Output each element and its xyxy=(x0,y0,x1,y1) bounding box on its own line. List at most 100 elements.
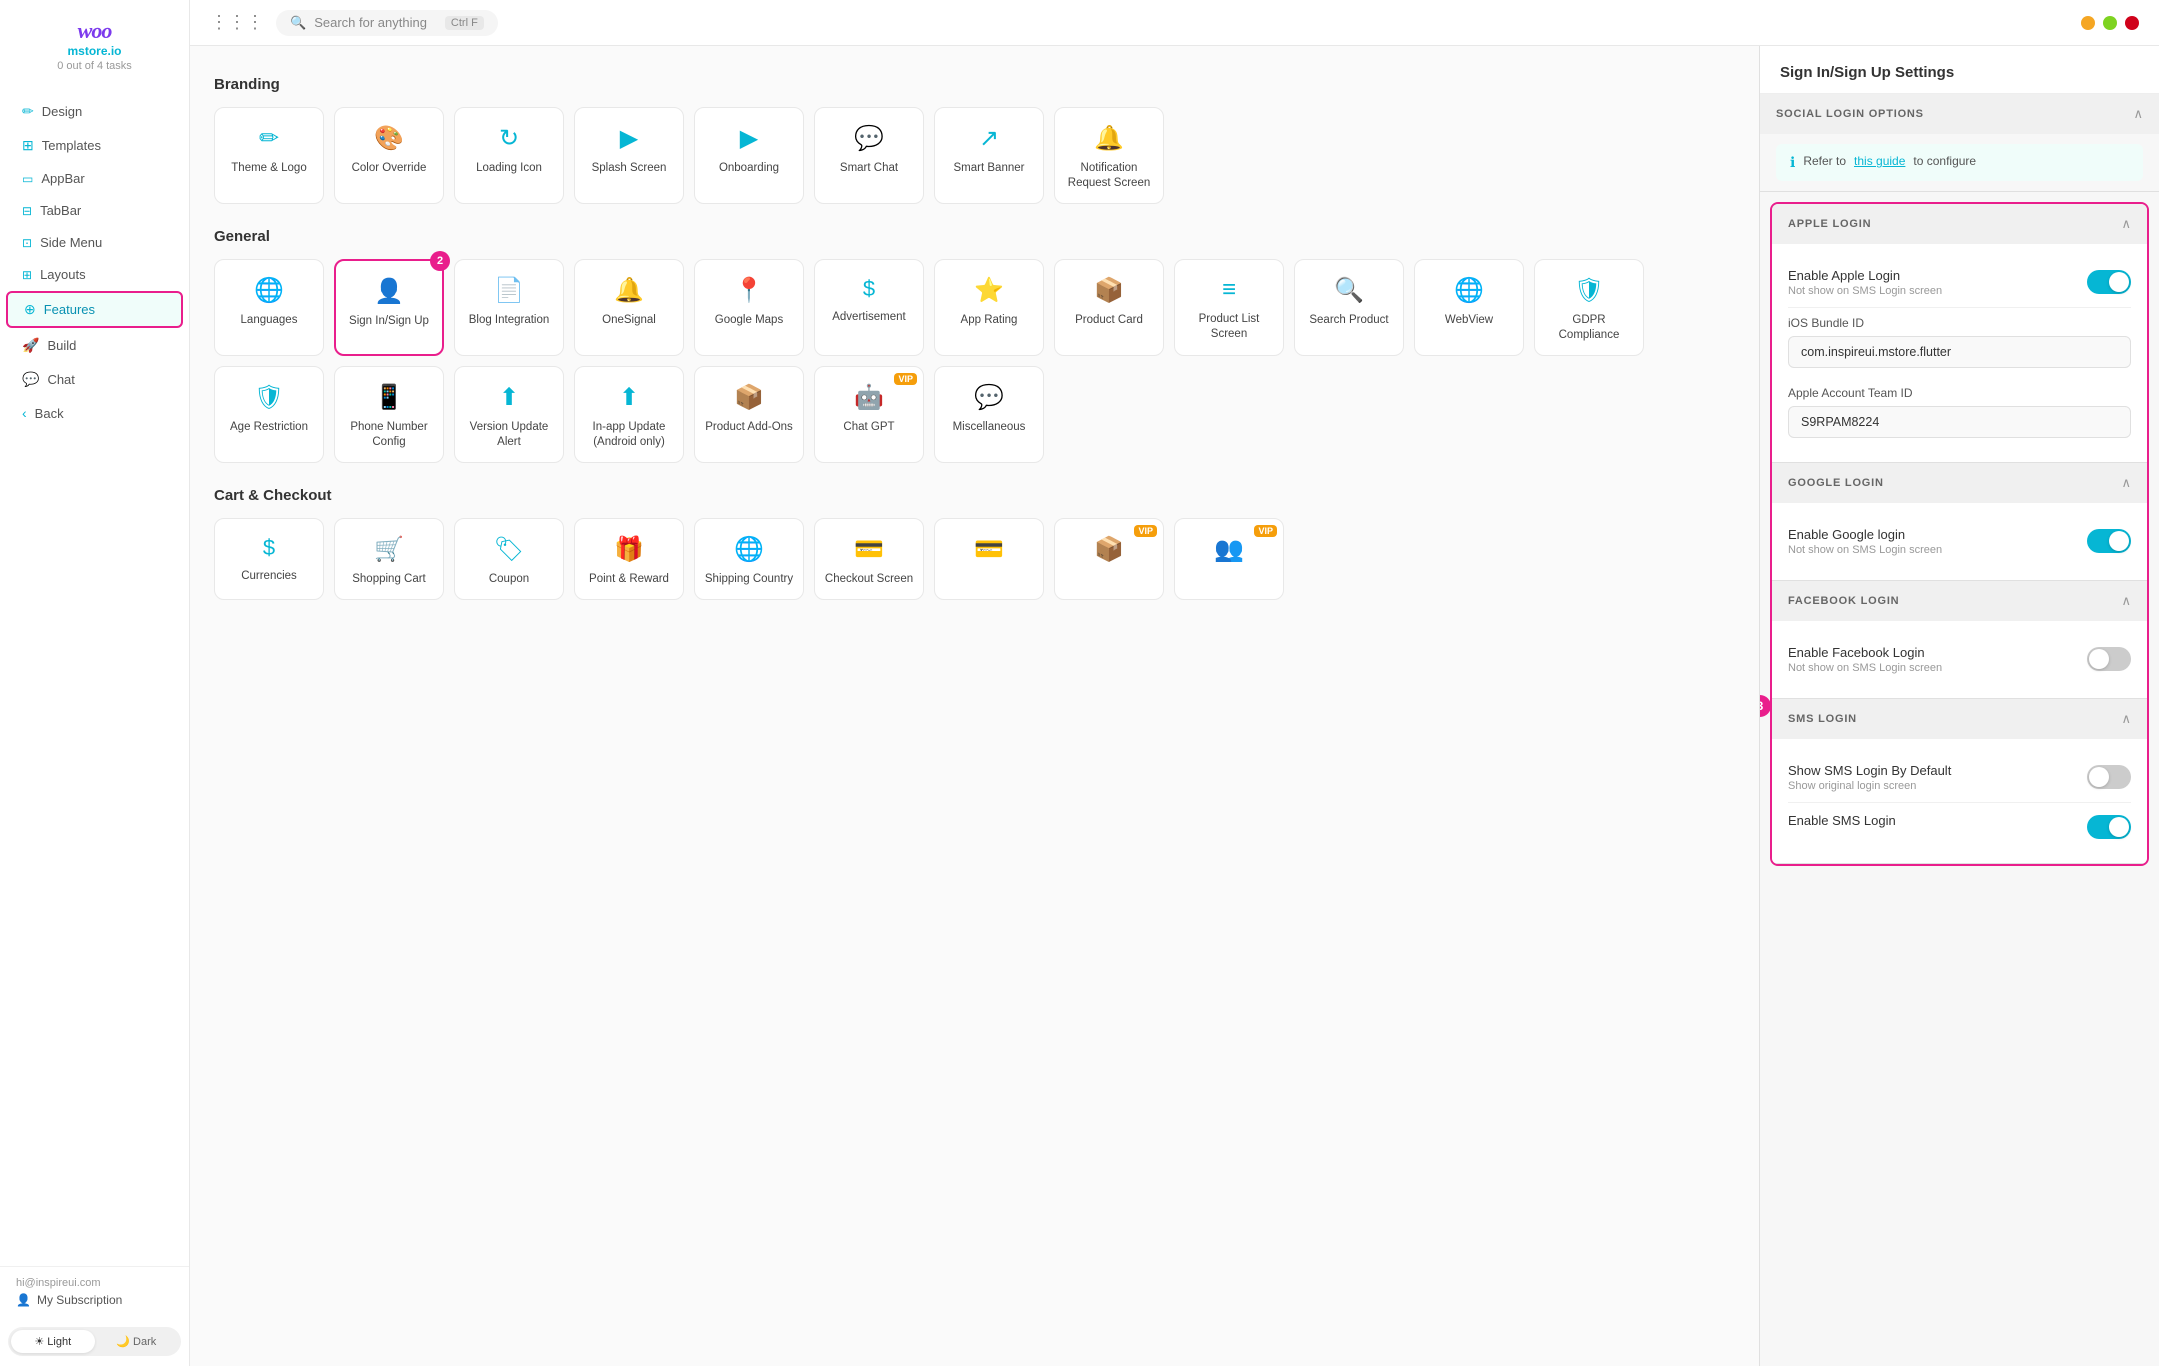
feature-card-blog-integration[interactable]: 📄 Blog Integration xyxy=(454,259,564,356)
bundle-id-input[interactable] xyxy=(1788,336,2131,368)
feature-card-point-reward[interactable]: 🎁 Point & Reward xyxy=(574,518,684,600)
feature-card-loading-icon[interactable]: ↻ Loading Icon xyxy=(454,107,564,204)
theme-dark-btn[interactable]: 🌙 Dark xyxy=(95,1330,179,1353)
social-guide-link[interactable]: this guide xyxy=(1854,154,1905,168)
feature-label: Product List Screen xyxy=(1183,312,1275,342)
feature-label: Color Override xyxy=(352,161,427,176)
feature-label: Loading Icon xyxy=(476,161,542,176)
sidebar-item-design[interactable]: ✏ Design xyxy=(6,95,183,128)
feature-card-onboarding[interactable]: ▶ Onboarding xyxy=(694,107,804,204)
feature-card-search-product[interactable]: 🔍 Search Product xyxy=(1294,259,1404,356)
feature-label: Chat GPT xyxy=(843,420,894,435)
maximize-button[interactable] xyxy=(2103,16,2117,30)
feature-card-gdpr[interactable]: 🛡 GDPR Compliance xyxy=(1534,259,1644,356)
feature-label: Smart Banner xyxy=(954,161,1025,176)
main-area: ⋮⋮⋮ 🔍 Search for anything Ctrl F Brandin… xyxy=(190,0,2159,1366)
feature-card-sign-in-up[interactable]: 2 👤 Sign In/Sign Up xyxy=(334,259,444,356)
grid-icon[interactable]: ⋮⋮⋮ xyxy=(210,12,264,33)
feature-card-onesignal[interactable]: 🔔 OneSignal xyxy=(574,259,684,356)
feature-card-extra2[interactable]: VIP 📦 xyxy=(1054,518,1164,600)
enable-sms-toggle[interactable] xyxy=(2087,815,2131,839)
team-id-input[interactable] xyxy=(1788,406,2131,438)
sms-login-header[interactable]: SMS LOGIN ∧ xyxy=(1772,699,2147,739)
feature-card-chat-gpt[interactable]: VIP 🤖 Chat GPT xyxy=(814,366,924,463)
sidebar-item-templates[interactable]: ⊞ Templates xyxy=(6,129,183,162)
templates-icon: ⊞ xyxy=(22,137,34,154)
feature-label: Blog Integration xyxy=(469,313,550,328)
sidebar-item-appbar[interactable]: ▭ AppBar xyxy=(6,163,183,194)
phone-number-icon: 📱 xyxy=(374,383,404,412)
feature-card-coupon[interactable]: 🏷 Coupon xyxy=(454,518,564,600)
show-sms-default-toggle[interactable] xyxy=(2087,765,2131,789)
google-maps-icon: 📍 xyxy=(734,276,764,305)
theme-light-btn[interactable]: ☀ Light xyxy=(11,1330,95,1353)
coupon-icon: 🏷 xyxy=(494,535,524,564)
feature-card-smart-banner[interactable]: ↗ Smart Banner xyxy=(934,107,1044,204)
shortcut-hint: Ctrl F xyxy=(445,16,484,30)
app-rating-icon: ⭐ xyxy=(974,276,1004,305)
feature-label: Age Restriction xyxy=(230,420,308,435)
theme-toggle[interactable]: ☀ Light 🌙 Dark xyxy=(8,1327,181,1356)
enable-google-toggle[interactable] xyxy=(2087,529,2131,553)
feature-card-shipping-country[interactable]: 🌐 Shipping Country xyxy=(694,518,804,600)
feature-card-webview[interactable]: 🌐 WebView xyxy=(1414,259,1524,356)
feature-card-extra1[interactable]: 💳 xyxy=(934,518,1044,600)
feature-card-google-maps[interactable]: 📍 Google Maps xyxy=(694,259,804,356)
feature-card-currencies[interactable]: $ Currencies xyxy=(214,518,324,600)
search-bar[interactable]: 🔍 Search for anything Ctrl F xyxy=(276,10,498,36)
subscription-link[interactable]: 👤 My Subscription xyxy=(16,1293,173,1307)
features-icon: ⊕ xyxy=(24,301,36,318)
topbar-right xyxy=(2081,16,2139,30)
enable-apple-label: Enable Apple Login xyxy=(1788,268,1942,283)
minimize-button[interactable] xyxy=(2081,16,2095,30)
sidebar-item-features[interactable]: ⊕ Features xyxy=(6,291,183,328)
sidebar-item-layouts[interactable]: ⊞ Layouts xyxy=(6,259,183,290)
feature-card-product-card[interactable]: 📦 Product Card xyxy=(1054,259,1164,356)
sidebar-item-tabbar[interactable]: ⊟ TabBar xyxy=(6,195,183,226)
theme-logo-icon: ✏ xyxy=(259,124,279,153)
google-login-header[interactable]: GOOGLE LOGIN ∧ xyxy=(1772,463,2147,503)
feature-card-product-addons[interactable]: 📦 Product Add-Ons xyxy=(694,366,804,463)
facebook-login-content: Enable Facebook Login Not show on SMS Lo… xyxy=(1772,621,2147,698)
enable-apple-toggle[interactable] xyxy=(2087,270,2131,294)
feature-label: Product Add-Ons xyxy=(705,420,793,435)
feature-card-phone-number[interactable]: 📱 Phone Number Config xyxy=(334,366,444,463)
feature-card-splash-screen[interactable]: ▶ Splash Screen xyxy=(574,107,684,204)
sidebar-item-label: Back xyxy=(35,406,64,421)
feature-card-shopping-cart[interactable]: 🛒 Shopping Cart xyxy=(334,518,444,600)
facebook-login-header[interactable]: FACEBOOK LOGIN ∧ xyxy=(1772,581,2147,621)
layouts-icon: ⊞ xyxy=(22,268,32,282)
feature-card-notification-request[interactable]: 🔔 Notification Request Screen xyxy=(1054,107,1164,204)
feature-card-color-override[interactable]: 🎨 Color Override xyxy=(334,107,444,204)
shopping-cart-icon: 🛒 xyxy=(374,535,404,564)
feature-card-checkout-screen[interactable]: 💳 Checkout Screen xyxy=(814,518,924,600)
sidebar-item-chat[interactable]: 💬 Chat xyxy=(6,363,183,396)
vip-badge: VIP xyxy=(894,373,917,385)
feature-label: GDPR Compliance xyxy=(1543,313,1635,343)
topbar-left: ⋮⋮⋮ 🔍 Search for anything Ctrl F xyxy=(210,10,498,36)
feature-card-age-restriction[interactable]: 🛡 Age Restriction xyxy=(214,366,324,463)
sms-login-content: Show SMS Login By Default Show original … xyxy=(1772,739,2147,863)
feature-card-in-app-update[interactable]: ⬆ In-app Update (Android only) xyxy=(574,366,684,463)
facebook-login-section: FACEBOOK LOGIN ∧ Enable Facebook Login N… xyxy=(1772,581,2147,699)
google-login-section: GOOGLE LOGIN ∧ Enable Google login Not s… xyxy=(1772,463,2147,581)
sidebar-item-sidemenu[interactable]: ⊡ Side Menu xyxy=(6,227,183,258)
feature-card-version-update[interactable]: ⬆ Version Update Alert xyxy=(454,366,564,463)
apple-login-header[interactable]: APPLE LOGIN ∧ xyxy=(1772,204,2147,244)
extra2-icon: 📦 xyxy=(1094,535,1124,564)
enable-facebook-toggle[interactable] xyxy=(2087,647,2131,671)
feature-card-miscellaneous[interactable]: 💬 Miscellaneous xyxy=(934,366,1044,463)
feature-card-smart-chat[interactable]: 💬 Smart Chat xyxy=(814,107,924,204)
cart-checkout-title: Cart & Checkout xyxy=(214,487,1735,504)
close-button[interactable] xyxy=(2125,16,2139,30)
sidebar-item-build[interactable]: 🚀 Build xyxy=(6,329,183,362)
feature-card-extra3[interactable]: VIP 👥 xyxy=(1174,518,1284,600)
feature-card-theme-logo[interactable]: ✏ Theme & Logo xyxy=(214,107,324,204)
feature-card-advertisement[interactable]: $ Advertisement xyxy=(814,259,924,356)
feature-card-app-rating[interactable]: ⭐ App Rating xyxy=(934,259,1044,356)
feature-card-languages[interactable]: 🌐 Languages xyxy=(214,259,324,356)
sidebar-item-back[interactable]: ‹ Back xyxy=(6,397,183,429)
feature-card-product-list[interactable]: ≡ Product List Screen xyxy=(1174,259,1284,356)
social-login-header[interactable]: SOCIAL LOGIN OPTIONS ∧ xyxy=(1760,94,2159,134)
enable-sms-label: Enable SMS Login xyxy=(1788,813,1896,828)
